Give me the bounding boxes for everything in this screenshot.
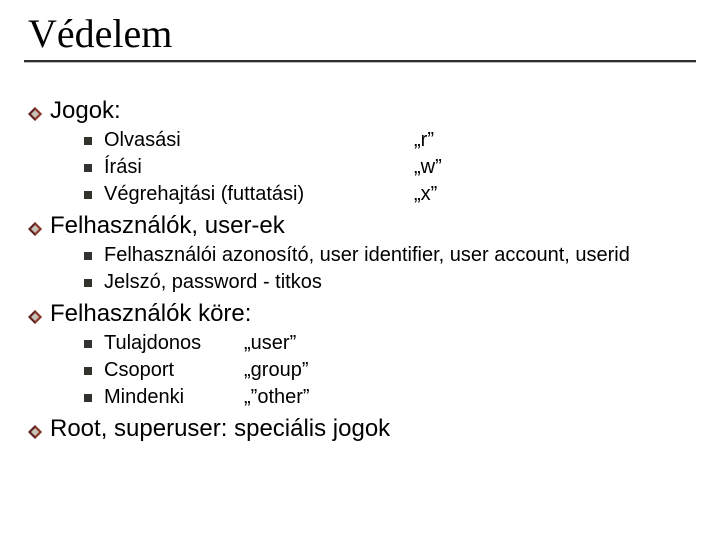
right-label: Olvasási: [104, 129, 414, 152]
right-value: „w”: [414, 156, 442, 179]
square-bullet-icon: [84, 164, 92, 172]
section-heading-text: Jogok:: [50, 97, 121, 125]
list-item: Csoport „group”: [84, 359, 692, 382]
section-users-heading: Felhasználók, user-ek: [28, 212, 692, 240]
square-bullet-icon: [84, 279, 92, 287]
scope-label: Mindenki: [104, 386, 244, 409]
right-value: „x”: [414, 183, 437, 206]
diamond-bullet-icon: [28, 425, 42, 439]
right-label: Végrehajtási (futtatási): [104, 183, 414, 206]
square-bullet-icon: [84, 367, 92, 375]
scope-label: Tulajdonos: [104, 332, 244, 355]
list-item: Írási „w”: [84, 156, 692, 179]
slide-body: Jogok: Olvasási „r” Írási „w” Vég: [28, 97, 692, 443]
square-bullet-icon: [84, 394, 92, 402]
square-bullet-icon: [84, 252, 92, 260]
scope-label: Csoport: [104, 359, 244, 382]
user-item-text: Jelszó, password - titkos: [104, 271, 692, 294]
section-scope-heading: Felhasználók köre:: [28, 300, 692, 328]
scope-value: „user”: [244, 332, 296, 355]
diamond-bullet-icon: [28, 107, 42, 121]
list-item: Olvasási „r”: [84, 129, 692, 152]
section-root-heading: Root, superuser: speciális jogok: [28, 415, 692, 443]
right-label: Írási: [104, 156, 414, 179]
user-item-text: Felhasználói azonosító, user identifier,…: [104, 244, 664, 267]
slide: Védelem Jogok: Olvasási „r”: [0, 0, 720, 540]
section-heading-text: Root, superuser: speciális jogok: [50, 415, 390, 443]
users-list: Felhasználói azonosító, user identifier,…: [84, 244, 692, 294]
section-rights-heading: Jogok:: [28, 97, 692, 125]
scope-list: Tulajdonos „user” Csoport „group” Minden…: [84, 332, 692, 409]
rights-list: Olvasási „r” Írási „w” Végrehajtási (fut…: [84, 129, 692, 206]
title-underline: [24, 60, 696, 63]
right-value: „r”: [414, 129, 434, 152]
list-item: Tulajdonos „user”: [84, 332, 692, 355]
list-item: Mindenki „”other”: [84, 386, 692, 409]
diamond-bullet-icon: [28, 310, 42, 324]
scope-value: „”other”: [244, 386, 310, 409]
square-bullet-icon: [84, 340, 92, 348]
scope-value: „group”: [244, 359, 308, 382]
square-bullet-icon: [84, 137, 92, 145]
square-bullet-icon: [84, 191, 92, 199]
slide-title: Védelem: [28, 10, 692, 57]
diamond-bullet-icon: [28, 222, 42, 236]
section-heading-text: Felhasználók köre:: [50, 300, 251, 328]
section-heading-text: Felhasználók, user-ek: [50, 212, 285, 240]
list-item: Jelszó, password - titkos: [84, 271, 692, 294]
list-item: Végrehajtási (futtatási) „x”: [84, 183, 692, 206]
list-item: Felhasználói azonosító, user identifier,…: [84, 244, 692, 267]
